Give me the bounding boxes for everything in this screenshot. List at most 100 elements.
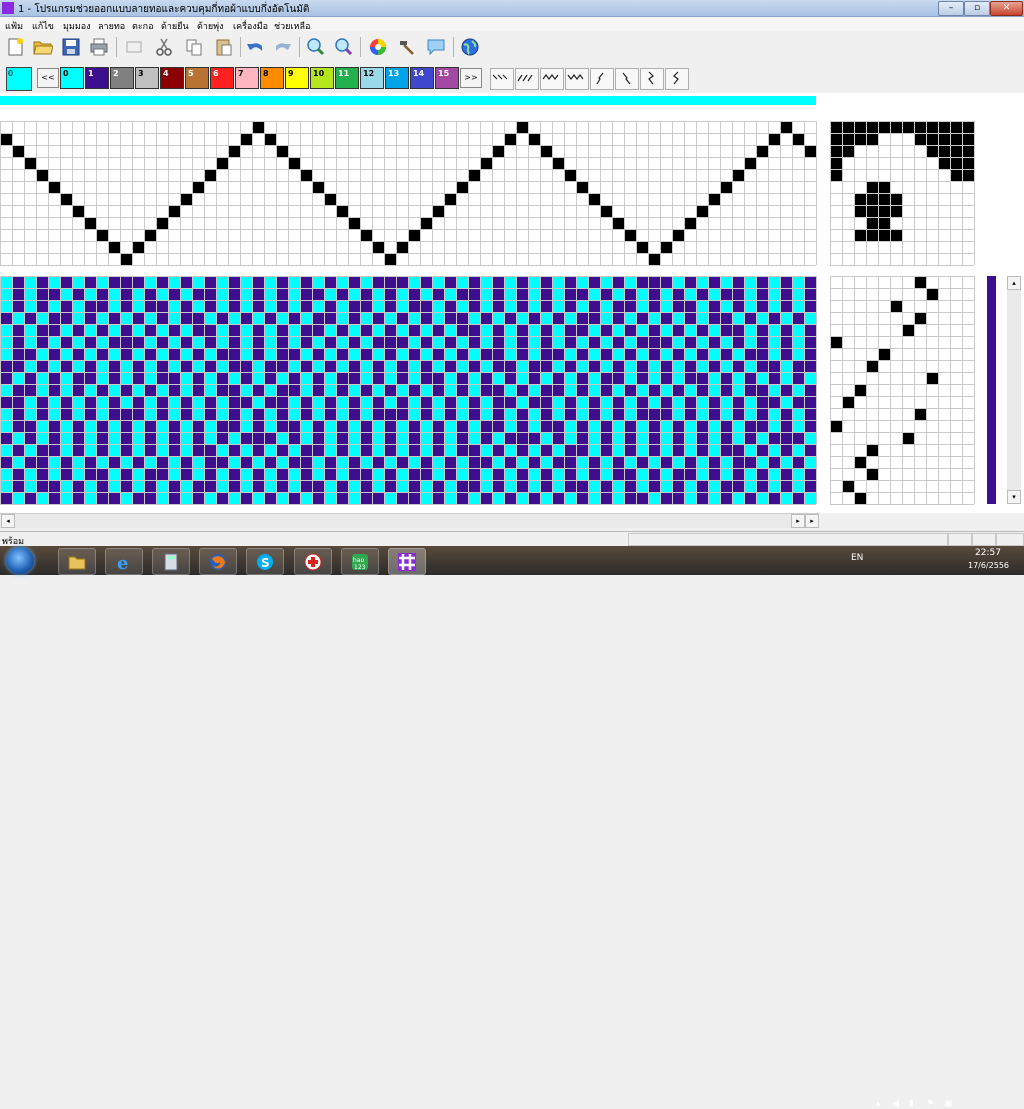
redo-button[interactable] (271, 35, 295, 59)
palette-swatch[interactable]: 0 (60, 67, 84, 89)
palette-swatch[interactable]: 15 (435, 67, 459, 89)
twill-pattern-button[interactable] (515, 68, 539, 90)
palette-swatch[interactable]: 5 (185, 67, 209, 89)
select-button[interactable] (122, 35, 146, 59)
zoom-out-button[interactable] (331, 35, 355, 59)
palette-swatch[interactable]: 6 (210, 67, 234, 89)
twill-pattern-button[interactable] (565, 68, 589, 90)
menu-edit[interactable]: แก้ไข (32, 19, 54, 33)
palette-next-button[interactable]: >> (460, 68, 482, 88)
palette-swatch[interactable]: 8 (260, 67, 284, 89)
status-pane (996, 533, 1024, 546)
drawdown-cell (696, 444, 708, 456)
drawdown-cell (228, 408, 240, 420)
hammer-button[interactable] (394, 35, 418, 59)
drawdown-cell (480, 420, 492, 432)
drawdown-cell (804, 288, 816, 300)
calculator-taskbar-button[interactable] (152, 548, 190, 575)
internet-explorer-taskbar-button[interactable]: e (105, 548, 143, 575)
cut-button[interactable] (152, 35, 176, 59)
drawdown-cell (636, 396, 648, 408)
drawdown-cell (648, 324, 660, 336)
menu-tools[interactable]: เครื่องมือ (233, 19, 268, 33)
volume-icon[interactable]: ◀ (892, 1099, 902, 1109)
palette-swatch[interactable]: 4 (160, 67, 184, 89)
color-wheel-button[interactable] (366, 35, 390, 59)
save-button[interactable] (59, 35, 83, 59)
drawdown-cell (648, 288, 660, 300)
horizontal-scrollbar[interactable]: ◂ ▸ ▸ (0, 513, 819, 528)
first-aid-taskbar-button[interactable] (294, 548, 332, 575)
explorer-taskbar-button[interactable] (58, 548, 96, 575)
palette-swatch[interactable]: 10 (310, 67, 334, 89)
tray-arrow-icon[interactable]: ▴ (876, 1099, 886, 1109)
drawdown-cell (648, 384, 660, 396)
drawdown-cell (612, 336, 624, 348)
copy-button[interactable] (182, 35, 206, 59)
windows-start-icon[interactable] (6, 547, 34, 574)
antivirus-icon[interactable]: ▣ (944, 1099, 954, 1109)
skype-taskbar-button[interactable]: S (246, 548, 284, 575)
firefox-taskbar-button[interactable] (199, 548, 237, 575)
network-icon[interactable]: ▮ (909, 1099, 919, 1109)
print-button[interactable] (87, 35, 111, 59)
menu-pattern[interactable]: ลายทอ (98, 19, 125, 33)
palette-swatch[interactable]: 1 (85, 67, 109, 89)
scroll-down-arrow-icon[interactable]: ▾ (1007, 490, 1021, 504)
drawdown-cell (0, 492, 12, 504)
clock-time[interactable]: 22:57 (975, 548, 1001, 558)
minimize-button[interactable]: – (938, 1, 964, 16)
palette-swatch[interactable]: 7 (235, 67, 259, 89)
scroll-left-arrow-icon[interactable]: ◂ (1, 514, 15, 528)
menu-weft[interactable]: ด้ายพุ่ง (197, 19, 224, 33)
twill-pattern-button[interactable] (640, 68, 664, 90)
drawdown-cell (204, 300, 216, 312)
menu-file[interactable]: แฟ้ม (5, 19, 23, 33)
close-button[interactable]: ✕ (990, 1, 1023, 16)
drawdown-cell (264, 312, 276, 324)
web-button[interactable] (458, 35, 482, 59)
twill-pattern-button[interactable] (665, 68, 689, 90)
menu-warp[interactable]: ด้ายยืน (161, 19, 189, 33)
drawdown-cell (156, 312, 168, 324)
current-color-swatch[interactable]: 0 (6, 67, 32, 91)
vertical-scrollbar[interactable]: ▴ ▾ (1007, 276, 1021, 504)
weave-app-taskbar-button[interactable] (388, 548, 426, 575)
twill-pattern-button[interactable] (540, 68, 564, 90)
palette-swatch[interactable]: 3 (135, 67, 159, 89)
action-center-icon[interactable]: ⚑ (926, 1099, 936, 1109)
zoom-in-button[interactable] (303, 35, 327, 59)
palette-swatch[interactable]: 11 (335, 67, 359, 89)
clock-date[interactable]: 17/6/2556 (968, 561, 1009, 570)
palette-swatch[interactable]: 13 (385, 67, 409, 89)
drawdown-cell (348, 456, 360, 468)
undo-button[interactable] (243, 35, 267, 59)
menu-view[interactable]: มุมมอง (63, 19, 91, 33)
twill-pattern-button[interactable] (490, 68, 514, 90)
scroll-up-arrow-icon[interactable]: ▴ (1007, 276, 1021, 290)
palette-swatch[interactable]: 2 (110, 67, 134, 89)
palette-prev-button[interactable]: << (37, 68, 59, 88)
weave-draft-canvas[interactable] (0, 93, 1024, 513)
palette-swatch[interactable]: 9 (285, 67, 309, 89)
hao123-taskbar-button[interactable]: hao 123 (341, 548, 379, 575)
drawdown-cell (444, 300, 456, 312)
twill-pattern-button[interactable] (615, 68, 639, 90)
drawdown-cell (204, 324, 216, 336)
language-indicator[interactable]: EN (851, 553, 863, 563)
drawdown-cell (792, 492, 804, 504)
menu-heddle[interactable]: ตะกอ (132, 19, 154, 33)
twill-pattern-button[interactable] (590, 68, 614, 90)
comment-button[interactable] (424, 35, 448, 59)
drawdown-cell (552, 372, 564, 384)
drawdown-cell (324, 300, 336, 312)
scroll-right-arrow-icon[interactable]: ▸ (805, 514, 819, 528)
palette-swatch[interactable]: 14 (410, 67, 434, 89)
paste-button[interactable] (212, 35, 236, 59)
maximize-button[interactable]: ▫ (964, 1, 990, 16)
new-file-button[interactable] (3, 35, 27, 59)
palette-swatch[interactable]: 12 (360, 67, 384, 89)
scroll-right-arrow-icon[interactable]: ▸ (791, 514, 805, 528)
open-button[interactable] (31, 35, 55, 59)
menu-help[interactable]: ช่วยเหลือ (274, 19, 310, 33)
